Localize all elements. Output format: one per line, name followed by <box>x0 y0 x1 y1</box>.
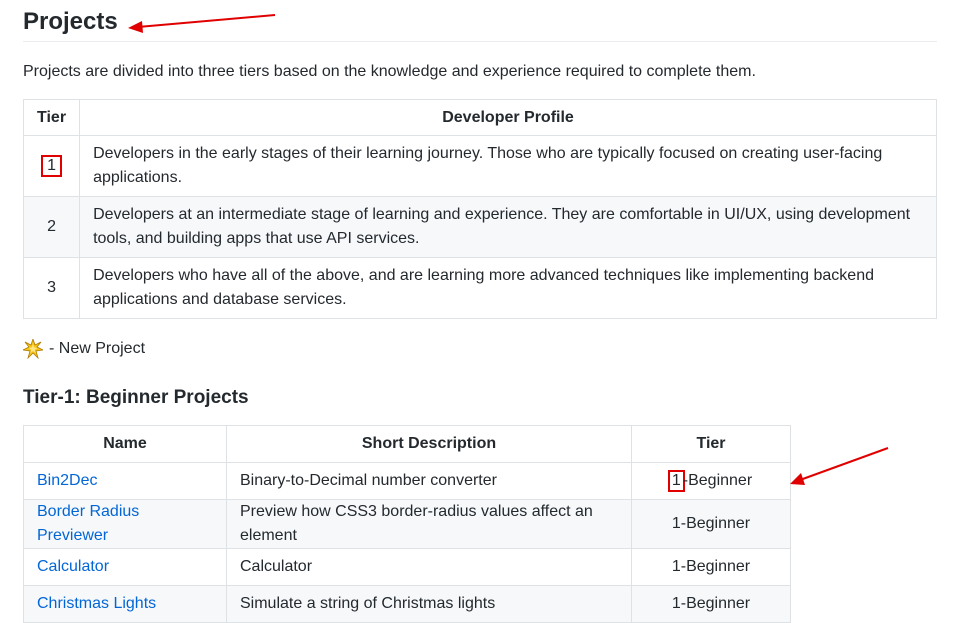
table-row: Bin2Dec Binary-to-Decimal number convert… <box>23 462 791 500</box>
project-name-cell: Bin2Dec <box>23 462 227 500</box>
legend: - New Project <box>21 337 146 360</box>
project-name-cell: Christmas Lights <box>23 585 227 623</box>
table-row: Christmas Lights Simulate a string of Ch… <box>23 585 791 623</box>
project-tier-cell: 1-Beginner <box>631 585 791 623</box>
profile-cell: Developers who have all of the above, an… <box>79 257 937 319</box>
project-description-cell: Preview how CSS3 border-radius values af… <box>226 499 632 549</box>
table-row: Border Radius Previewer Preview how CSS3… <box>23 499 791 549</box>
profile-cell: Developers at an intermediate stage of l… <box>79 196 937 258</box>
project-tier-cell: 1-Beginner <box>631 462 791 500</box>
name-column-header: Name <box>23 425 227 463</box>
project-name-cell: Border Radius Previewer <box>23 499 227 549</box>
project-name-cell: Calculator <box>23 548 227 586</box>
projects-header-row: Name Short Description Tier <box>23 425 791 463</box>
project-description-cell: Calculator <box>226 548 632 586</box>
project-description-cell: Simulate a string of Christmas lights <box>226 585 632 623</box>
tier1-heading: Tier-1: Beginner Projects <box>23 387 249 408</box>
new-project-star-icon <box>21 337 45 360</box>
tier-cell: 3 <box>22 257 81 319</box>
project-link[interactable]: Christmas Lights <box>37 595 156 612</box>
project-link[interactable]: Border Radius Previewer <box>37 503 139 544</box>
highlighted-tier-number: 1 <box>667 470 685 492</box>
profile-column-header: Developer Profile <box>79 99 937 136</box>
profile-cell: Developers in the early stages of their … <box>79 135 937 197</box>
highlighted-tier-number: 1 <box>41 155 62 177</box>
project-link[interactable]: Calculator <box>37 558 109 575</box>
project-description-cell: Binary-to-Decimal number converter <box>226 462 632 500</box>
tier-cell: 2 <box>22 196 81 258</box>
tiers-table: Tier Developer Profile 1 Developers in t… <box>22 99 937 319</box>
tier-column-header: Tier <box>22 99 81 136</box>
tier-cell: 1 <box>22 135 81 197</box>
table-row: 1 Developers in the early stages of thei… <box>22 135 937 197</box>
table-row: 2 Developers at an intermediate stage of… <box>22 196 937 258</box>
arrow-icon <box>790 447 889 485</box>
tier-suffix: -Beginner <box>682 472 753 489</box>
project-tier-cell: 1-Beginner <box>631 499 791 549</box>
tier1-projects-table: Name Short Description Tier Bin2Dec Bina… <box>23 425 791 623</box>
title-divider <box>23 41 937 42</box>
intro-text: Projects are divided into three tiers ba… <box>23 63 756 80</box>
page-title: Projects <box>23 8 118 35</box>
project-tier-cell: 1-Beginner <box>631 548 791 586</box>
tiers-header-row: Tier Developer Profile <box>22 99 937 136</box>
tier-column-header: Tier <box>631 425 791 463</box>
project-link[interactable]: Bin2Dec <box>37 472 97 489</box>
table-row: Calculator Calculator 1-Beginner <box>23 548 791 586</box>
arrow-icon <box>128 14 276 33</box>
legend-text: - New Project <box>49 340 146 357</box>
description-column-header: Short Description <box>226 425 632 463</box>
table-row: 3 Developers who have all of the above, … <box>22 257 937 319</box>
